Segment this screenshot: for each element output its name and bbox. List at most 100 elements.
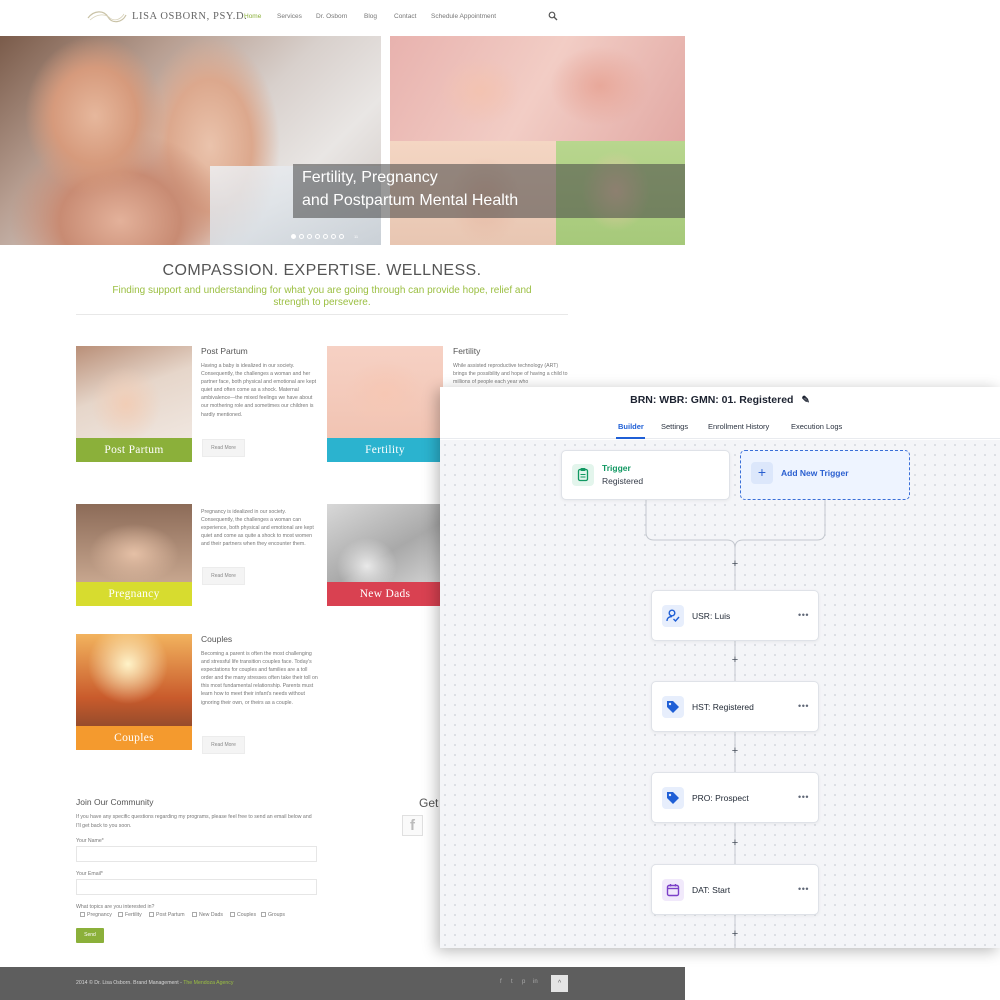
hero-slider: Fertility, Pregnancy and Postpartum Ment…	[0, 36, 685, 245]
agency-link[interactable]: The Mendoza Agency	[183, 980, 233, 986]
tag-icon	[662, 696, 684, 718]
plus-icon: +	[751, 462, 773, 484]
more-options-icon[interactable]: •••	[798, 610, 809, 620]
nav-contact[interactable]: Contact	[394, 13, 416, 20]
nav-home[interactable]: Home	[244, 13, 261, 20]
slider-dot[interactable]	[307, 234, 312, 239]
community-title: Join Our Community	[76, 797, 154, 807]
scroll-to-top-icon[interactable]: ^	[551, 975, 568, 992]
service-image-couples[interactable]: Couples	[76, 634, 192, 750]
divider	[76, 314, 568, 315]
slider-counter: 11	[354, 234, 359, 239]
action-node-tag-hst[interactable]: HST: Registered •••	[651, 681, 819, 732]
service-label: Fertility	[327, 438, 443, 462]
topics-label: What topics are you interested in?	[76, 904, 155, 910]
hero-caption-line-1: Fertility, Pregnancy	[302, 169, 438, 186]
logo-swirl-icon	[87, 11, 127, 23]
clipboard-icon	[572, 464, 594, 486]
service-text: Having a baby is idealized in our societ…	[201, 363, 317, 418]
pinterest-icon[interactable]: p	[522, 979, 525, 985]
more-options-icon[interactable]: •••	[798, 792, 809, 802]
twitter-icon[interactable]: t	[511, 979, 513, 985]
service-title: Post Partum	[201, 346, 248, 356]
calendar-icon	[662, 879, 684, 901]
active-tab-indicator	[616, 437, 645, 439]
nav-schedule-appointment[interactable]: Schedule Appointment	[431, 13, 496, 20]
linkedin-icon[interactable]: in	[533, 979, 538, 985]
action-node-tag-pro[interactable]: PRO: Prospect •••	[651, 772, 819, 823]
user-assign-icon	[662, 605, 684, 627]
action-label: DAT: Start	[692, 885, 731, 895]
intro-title: COMPASSION. EXPERTISE. WELLNESS.	[162, 262, 482, 279]
add-step-button[interactable]: +	[728, 654, 742, 668]
nav-services[interactable]: Services	[277, 13, 302, 20]
add-trigger-label: Add New Trigger	[781, 468, 849, 478]
action-node-date[interactable]: DAT: Start •••	[651, 864, 819, 915]
send-button[interactable]: Send	[76, 928, 104, 943]
service-text: Pregnancy is idealized in our society. C…	[201, 509, 314, 548]
name-field[interactable]	[76, 846, 317, 862]
slider-dot[interactable]	[331, 234, 336, 239]
trigger-subtitle: Registered	[602, 476, 644, 486]
topic-checkbox[interactable]: Pregnancy	[80, 912, 112, 918]
more-options-icon[interactable]: •••	[798, 884, 809, 894]
read-more-button[interactable]: Read More	[202, 567, 245, 585]
workflow-title: BRN: WBR: GMN: 01. Registered ✎	[630, 394, 810, 406]
footer-copyright: 2014 © Dr. Lisa Osborn. Brand Management…	[76, 980, 234, 986]
service-label: New Dads	[327, 582, 443, 606]
slider-dot[interactable]	[315, 234, 320, 239]
read-more-button[interactable]: Read More	[202, 736, 245, 754]
topic-checkbox[interactable]: Fertility	[118, 912, 142, 918]
add-step-button[interactable]: +	[728, 837, 742, 851]
service-text: Becoming a parent is often the most chal…	[201, 651, 318, 706]
site-header: LISA OSBORN, PSY.D. Home Services Dr. Os…	[0, 0, 685, 36]
service-label: Post Partum	[76, 438, 192, 462]
service-image-fertility[interactable]: Fertility	[327, 346, 443, 462]
trigger-node[interactable]: Trigger Registered	[561, 450, 730, 500]
nav-dr-osborn[interactable]: Dr. Osborn	[316, 13, 347, 20]
trigger-title: Trigger	[602, 463, 631, 473]
topic-checkbox[interactable]: New Dads	[192, 912, 223, 918]
action-label: USR: Luis	[692, 611, 731, 621]
hero-caption-line-2: and Postpartum Mental Health	[302, 192, 519, 209]
add-step-button[interactable]: +	[728, 745, 742, 759]
nav-blog[interactable]: Blog	[364, 13, 377, 20]
action-label: PRO: Prospect	[692, 793, 749, 803]
topic-checkbox[interactable]: Couples	[230, 912, 256, 918]
workflow-canvas[interactable]: Trigger Registered + Add New Trigger + U…	[440, 440, 1000, 948]
topic-checkbox[interactable]: Post Partum	[149, 912, 185, 918]
slider-dot[interactable]	[291, 234, 296, 239]
add-step-button[interactable]: +	[728, 928, 742, 942]
tab-enrollment-history[interactable]: Enrollment History	[708, 422, 769, 431]
slider-dot[interactable]	[323, 234, 328, 239]
read-more-button[interactable]: Read More	[202, 439, 245, 457]
workflow-header: BRN: WBR: GMN: 01. Registered ✎ Builder S…	[440, 387, 1000, 439]
service-image-pregnancy[interactable]: Pregnancy	[76, 504, 192, 606]
add-trigger-button[interactable]: + Add New Trigger	[740, 450, 910, 500]
facebook-icon[interactable]: f	[500, 979, 502, 985]
tab-builder[interactable]: Builder	[618, 422, 644, 431]
site-logo-text[interactable]: LISA OSBORN, PSY.D.	[132, 11, 247, 22]
facebook-icon[interactable]: f	[402, 815, 423, 836]
email-field[interactable]	[76, 879, 317, 895]
service-image-new-dads[interactable]: New Dads	[327, 504, 443, 606]
tab-execution-logs[interactable]: Execution Logs	[791, 422, 842, 431]
add-step-button[interactable]: +	[728, 558, 742, 572]
service-label: Pregnancy	[76, 582, 192, 606]
intro-subtitle: Finding support and understanding for wh…	[112, 285, 532, 308]
action-node-user[interactable]: USR: Luis •••	[651, 590, 819, 641]
community-text: If you have any specific questions regar…	[76, 814, 312, 829]
tab-settings[interactable]: Settings	[661, 422, 688, 431]
action-label: HST: Registered	[692, 702, 754, 712]
get-in-touch-heading: Get	[419, 796, 439, 810]
service-image-post-partum[interactable]: Post Partum	[76, 346, 192, 462]
slider-dot[interactable]	[339, 234, 344, 239]
service-text: While assisted reproductive technology (…	[453, 363, 568, 386]
search-icon[interactable]	[548, 11, 558, 21]
hero-caption: Fertility, Pregnancy and Postpartum Ment…	[293, 164, 685, 218]
more-options-icon[interactable]: •••	[798, 701, 809, 711]
slider-dot[interactable]	[299, 234, 304, 239]
pencil-icon[interactable]: ✎	[801, 395, 809, 406]
service-label: Couples	[76, 726, 192, 750]
topic-checkbox[interactable]: Groups	[261, 912, 285, 918]
